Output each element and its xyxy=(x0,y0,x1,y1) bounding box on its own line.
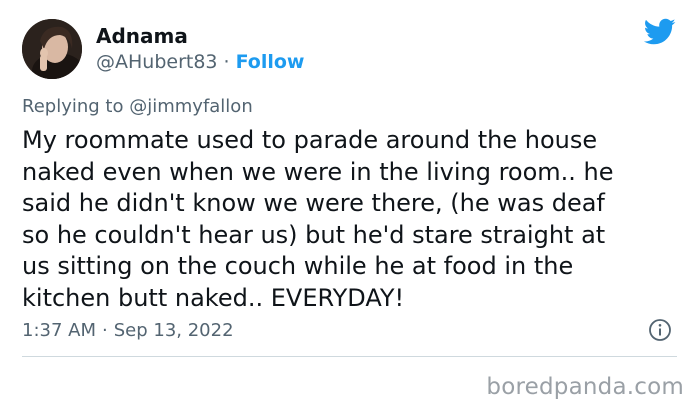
timestamp-separator: · xyxy=(102,320,108,341)
author-display-name[interactable]: Adnama xyxy=(96,24,188,48)
info-icon[interactable] xyxy=(648,318,672,342)
watermark: boredpanda.com xyxy=(486,374,684,400)
divider xyxy=(22,356,677,357)
replying-to: Replying to @jimmyfallon xyxy=(22,95,253,119)
author-handle-row: @AHubert83 · Follow xyxy=(96,50,304,74)
twitter-bird-icon[interactable] xyxy=(644,18,676,46)
follow-button[interactable]: Follow xyxy=(236,51,305,73)
tweet-time: 1:37 AM xyxy=(22,320,96,341)
replying-prefix: Replying to xyxy=(22,96,124,117)
tweet-date: Sep 13, 2022 xyxy=(113,320,234,341)
author-handle[interactable]: @AHubert83 xyxy=(96,51,218,73)
avatar[interactable] xyxy=(22,19,82,79)
tweet-card: Adnama @AHubert83 · Follow Replying to @ji… xyxy=(0,0,700,410)
reply-mention-link[interactable]: @jimmyfallon xyxy=(129,96,253,117)
handle-separator: · xyxy=(223,51,230,73)
tweet-text: My roommate used to parade around the ho… xyxy=(22,126,614,312)
avatar-image xyxy=(22,19,82,79)
tweet-timestamp[interactable]: 1:37 AM · Sep 13, 2022 xyxy=(22,319,234,343)
